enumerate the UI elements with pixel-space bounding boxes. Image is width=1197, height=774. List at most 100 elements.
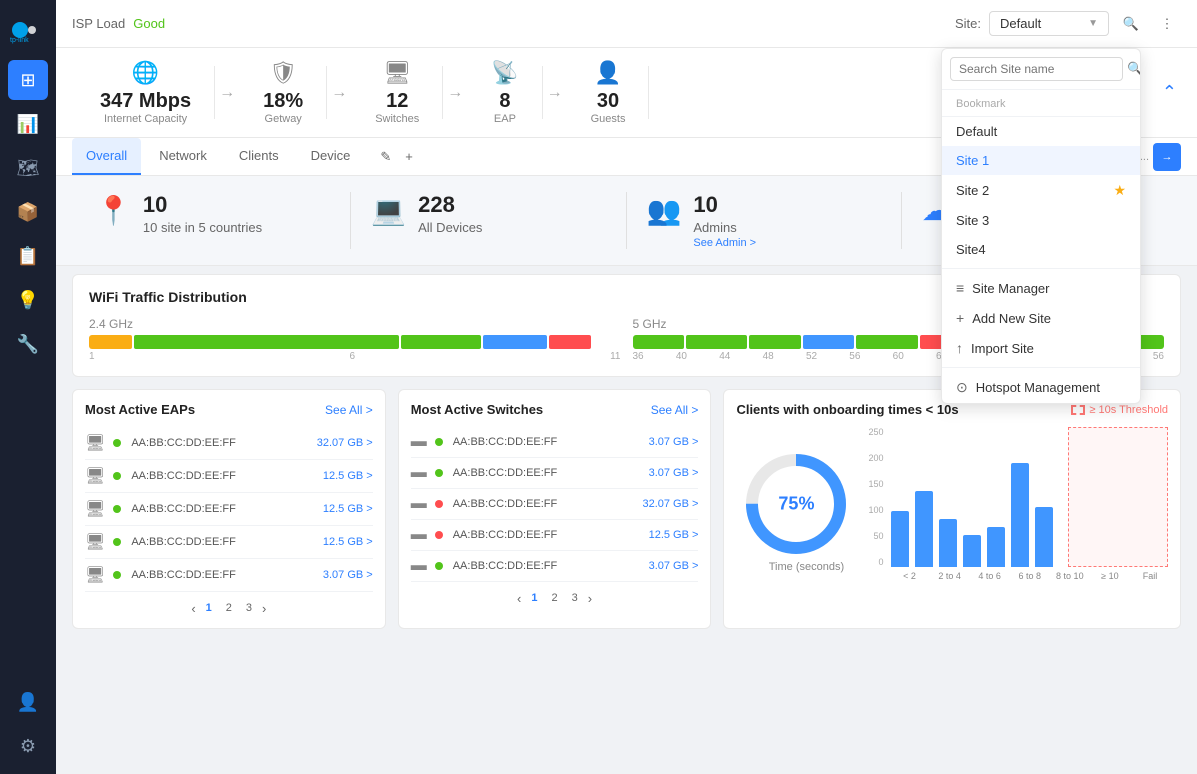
bar-item: [939, 519, 957, 567]
hotspot-action[interactable]: ⊙ Hotspot Management: [942, 372, 1140, 403]
bar-chart-wrapper: 250 200 150 100 50 0: [868, 427, 1168, 581]
see-all-eaps[interactable]: See All >: [325, 403, 373, 417]
site-search-input[interactable]: [950, 57, 1123, 81]
site-item-3[interactable]: Site 3: [942, 206, 1140, 235]
edit-tab-button[interactable]: ✎: [376, 147, 395, 167]
list-item: ▬ AA:BB:CC:DD:EE:FF 3.07 GB >: [411, 551, 699, 582]
logo: tp-link: [0, 8, 56, 52]
tab-action-blue[interactable]: →: [1153, 143, 1181, 171]
prev-page-button[interactable]: ‹: [517, 591, 521, 606]
tab-overall[interactable]: Overall: [72, 138, 141, 175]
stat-switches: 🖥 12 Switches: [351, 48, 443, 137]
sidebar-item-devices[interactable]: 📦: [8, 192, 48, 232]
status-dot: [113, 571, 121, 579]
stat-label-internet: Internet Capacity: [104, 113, 187, 125]
sidebar-item-statistics[interactable]: 📊: [8, 104, 48, 144]
tab-clients[interactable]: Clients: [225, 138, 293, 175]
prev-page-button[interactable]: ‹: [191, 601, 195, 616]
list-item: 🖥 AA:BB:CC:DD:EE:FF 12.5 GB >: [85, 460, 373, 493]
import-site-action[interactable]: ↑ Import Site: [942, 333, 1140, 363]
site-manager-action[interactable]: ≡ Site Manager: [942, 273, 1140, 303]
site-item-default[interactable]: Default: [942, 117, 1140, 146]
isp-label: ISP Load: [72, 16, 125, 31]
add-new-site-action[interactable]: + Add New Site: [942, 303, 1140, 333]
site-item-1[interactable]: Site 1: [942, 146, 1140, 175]
devices-number: 228: [418, 192, 482, 218]
threshold-label: ≥ 10s Threshold: [1089, 404, 1168, 416]
page-btn-3[interactable]: 3: [568, 590, 582, 606]
hotspot-icon: ⊙: [956, 379, 968, 396]
bar: [987, 527, 1005, 567]
tab-network[interactable]: Network: [145, 138, 221, 175]
device-mac: AA:BB:CC:DD:EE:FF: [131, 437, 308, 449]
see-admin-link[interactable]: See Admin >: [693, 237, 756, 249]
next-page-button[interactable]: ›: [262, 601, 266, 616]
see-all-switches[interactable]: See All >: [651, 403, 699, 417]
panel-most-active-eaps: Most Active EAPs See All > 🖥 AA:BB:CC:DD…: [72, 389, 386, 629]
device-traffic[interactable]: 32.07 GB >: [642, 498, 698, 510]
add-site-icon: +: [956, 310, 964, 326]
page-btn-2[interactable]: 2: [222, 600, 236, 616]
segment: [549, 335, 592, 349]
status-dot: [113, 439, 121, 447]
bar: [963, 535, 981, 567]
site-item-4[interactable]: Site4: [942, 235, 1140, 264]
eap-icon: 📡: [491, 60, 518, 86]
sidebar-item-settings[interactable]: ⚙: [8, 726, 48, 766]
site-label-4: Site4: [956, 242, 986, 257]
device-traffic[interactable]: 3.07 GB >: [649, 560, 699, 572]
switch-device-icon-5: ▬: [411, 557, 427, 575]
page-btn-1[interactable]: 1: [527, 590, 541, 606]
site-current-value: Default: [1000, 16, 1041, 31]
overview-card-sites: 📍 10 10 site in 5 countries: [76, 192, 351, 249]
site-dropdown-button[interactable]: Default ▼: [989, 11, 1109, 36]
page-btn-3[interactable]: 3: [242, 600, 256, 616]
segment: [134, 335, 400, 349]
stat-label-getway: Getway: [265, 113, 302, 125]
getway-icon: 🛡: [269, 60, 297, 86]
device-traffic[interactable]: 32.07 GB >: [317, 437, 373, 449]
list-item: ▬ AA:BB:CC:DD:EE:FF 3.07 GB >: [411, 458, 699, 489]
eap-device-icon-1: 🖥: [85, 433, 105, 453]
search-button[interactable]: 🔍: [1117, 10, 1145, 38]
sidebar-item-maintenance[interactable]: 🔧: [8, 324, 48, 364]
status-dot: [435, 500, 443, 508]
sidebar-item-dashboard[interactable]: ⊞: [8, 60, 48, 100]
more-button[interactable]: ⋮: [1153, 10, 1181, 38]
bar: [915, 491, 933, 567]
panel-eaps-title: Most Active EAPs: [85, 402, 195, 417]
sidebar-item-account[interactable]: 👤: [8, 682, 48, 722]
site-item-2[interactable]: Site 2 ★: [942, 175, 1140, 206]
import-site-icon: ↑: [956, 340, 963, 356]
stat-value-switches: 12: [386, 90, 408, 113]
device-traffic[interactable]: 12.5 GB >: [323, 470, 373, 482]
bar-chart-area: 250 200 150 100 50 0: [868, 427, 1168, 581]
device-mac: AA:BB:CC:DD:EE:FF: [131, 470, 315, 482]
device-traffic[interactable]: 12.5 GB >: [323, 503, 373, 515]
page-btn-2[interactable]: 2: [548, 590, 562, 606]
device-traffic[interactable]: 3.07 GB >: [323, 569, 373, 581]
segment: [803, 335, 854, 349]
collapse-button[interactable]: ⌃: [1162, 82, 1177, 103]
bar-item: [891, 511, 909, 567]
sidebar-item-insights[interactable]: 💡: [8, 280, 48, 320]
add-tab-button[interactable]: +: [401, 147, 417, 167]
stat-getway: 🛡 18% Getway: [239, 48, 327, 137]
tab-device[interactable]: Device: [297, 138, 365, 175]
sidebar-item-logs[interactable]: 📋: [8, 236, 48, 276]
switch-device-icon-4: ▬: [411, 526, 427, 544]
sidebar-item-map[interactable]: 🗺: [8, 148, 48, 188]
device-traffic[interactable]: 12.5 GB >: [649, 529, 699, 541]
eap-device-icon-3: 🖥: [85, 499, 105, 519]
device-traffic[interactable]: 3.07 GB >: [649, 467, 699, 479]
status-dot: [113, 472, 121, 480]
device-traffic[interactable]: 12.5 GB >: [323, 536, 373, 548]
device-traffic[interactable]: 3.07 GB >: [649, 436, 699, 448]
site-label: Site:: [955, 16, 981, 31]
page-btn-1[interactable]: 1: [202, 600, 216, 616]
sidebar: tp-link ⊞ 📊 🗺 📦 📋 💡 🔧 👤 ⚙: [0, 0, 56, 774]
next-page-button[interactable]: ›: [588, 591, 592, 606]
device-mac: AA:BB:CC:DD:EE:FF: [453, 467, 641, 479]
bars-container: < 2 2 to 4 4 to 6 6 to 8 8 to 10 ≥ 10 Fa…: [891, 427, 1168, 581]
status-dot: [435, 438, 443, 446]
